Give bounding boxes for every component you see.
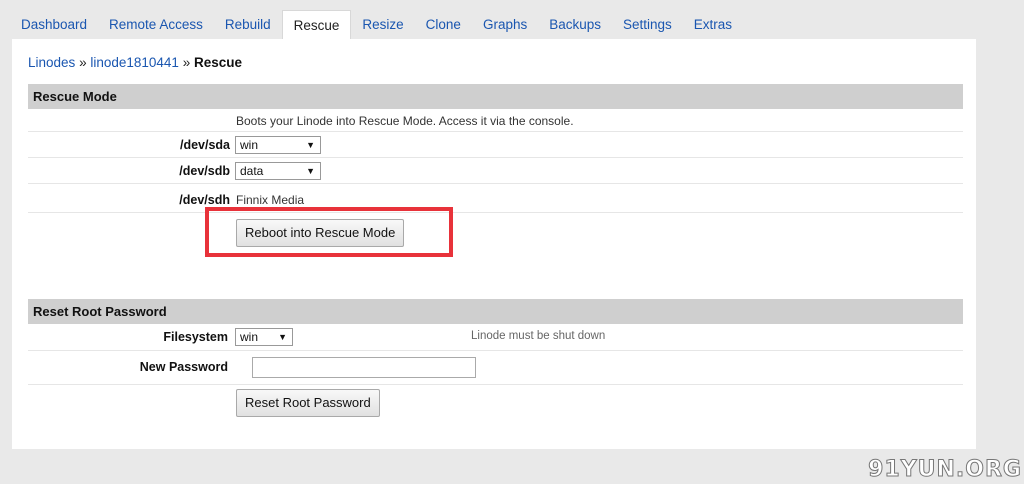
tab-extras[interactable]: Extras — [683, 10, 743, 40]
sdh-value: Finnix Media — [236, 193, 305, 207]
sda-row: /dev/sda win ▼ — [28, 132, 963, 158]
new-password-input[interactable] — [252, 357, 476, 378]
chevron-down-icon: ▼ — [306, 166, 315, 176]
chevron-down-icon: ▼ — [278, 332, 287, 342]
breadcrumb-linode-link[interactable]: linode1810441 — [90, 55, 179, 70]
reset-password-header: Reset Root Password — [28, 299, 963, 324]
filesystem-select-value: win — [240, 330, 259, 344]
tab-dashboard[interactable]: Dashboard — [10, 10, 98, 40]
sdh-row: /dev/sdh Finnix Media — [28, 184, 963, 213]
sdb-select[interactable]: data ▼ — [235, 162, 321, 180]
breadcrumb-separator: » — [79, 55, 87, 70]
breadcrumb: Linodes » linode1810441 » Rescue — [28, 55, 242, 70]
new-password-label: New Password — [139, 360, 228, 374]
tab-clone[interactable]: Clone — [415, 10, 472, 40]
breadcrumb-linodes-link[interactable]: Linodes — [28, 55, 75, 70]
sda-label: /dev/sda — [179, 138, 230, 152]
rescue-description: Boots your Linode into Rescue Mode. Acce… — [236, 114, 574, 128]
tab-rebuild[interactable]: Rebuild — [214, 10, 282, 40]
reset-root-password-button[interactable]: Reset Root Password — [236, 389, 380, 417]
content-panel: Linodes » linode1810441 » Rescue Rescue … — [12, 39, 976, 449]
rescue-mode-header: Rescue Mode — [28, 84, 963, 109]
sdh-label: /dev/sdh — [179, 193, 230, 207]
tab-rescue[interactable]: Rescue — [281, 10, 352, 40]
filesystem-row: Filesystem win ▼ Linode must be shut dow… — [28, 324, 963, 351]
tab-settings[interactable]: Settings — [612, 10, 683, 40]
filesystem-select[interactable]: win ▼ — [235, 328, 293, 346]
tab-graphs[interactable]: Graphs — [472, 10, 538, 40]
breadcrumb-separator: » — [182, 55, 191, 70]
shutdown-note: Linode must be shut down — [471, 330, 606, 342]
sda-select[interactable]: win ▼ — [235, 136, 321, 154]
filesystem-label: Filesystem — [163, 330, 228, 344]
tab-bar: Dashboard Remote Access Rebuild Rescue R… — [10, 10, 743, 40]
rescue-description-row: Boots your Linode into Rescue Mode. Acce… — [28, 109, 963, 132]
sdb-select-value: data — [240, 164, 264, 178]
watermark: 91YUN.ORG — [868, 457, 1022, 483]
new-password-row: New Password — [28, 351, 963, 385]
tab-remote-access[interactable]: Remote Access — [98, 10, 214, 40]
sdb-label: /dev/sdb — [179, 164, 230, 178]
breadcrumb-current: Rescue — [193, 55, 243, 70]
tab-resize[interactable]: Resize — [351, 10, 414, 40]
chevron-down-icon: ▼ — [306, 140, 315, 150]
tab-backups[interactable]: Backups — [538, 10, 612, 40]
sdb-row: /dev/sdb data ▼ — [28, 158, 963, 184]
sda-select-value: win — [240, 138, 259, 152]
highlight-box — [205, 207, 453, 257]
